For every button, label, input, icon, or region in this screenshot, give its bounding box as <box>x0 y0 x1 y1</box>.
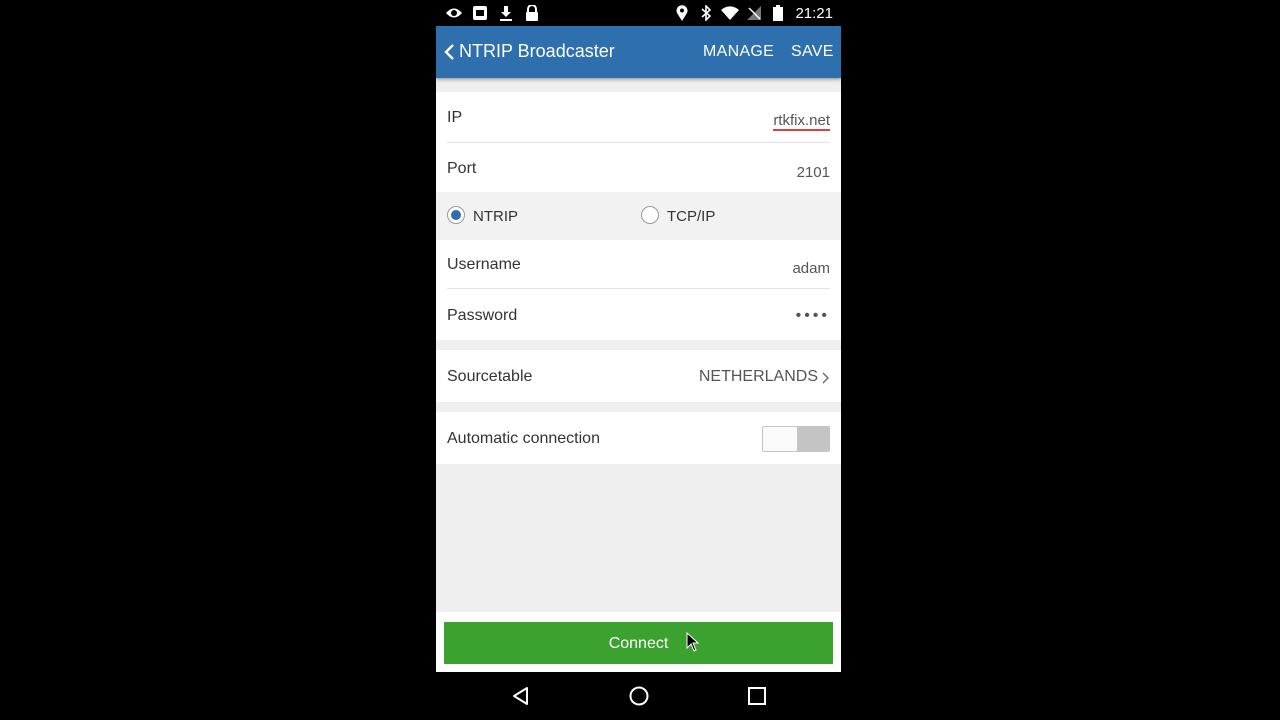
port-value[interactable]: 2101 <box>797 164 830 181</box>
screen-mirror-icon <box>471 4 489 22</box>
sourcetable-value-wrap: NETHERLANDS <box>699 368 830 386</box>
lock-icon <box>523 4 541 22</box>
sourcetable-label: Sourcetable <box>447 368 533 385</box>
home-circle-icon[interactable] <box>627 684 651 708</box>
protocol-radio-group: NTRIP TCP/IP <box>436 192 841 240</box>
sourcetable-value: NETHERLANDS <box>698 368 818 385</box>
auto-connection-toggle[interactable] <box>762 426 830 452</box>
toggle-knob <box>763 427 797 451</box>
username-label: Username <box>447 256 521 273</box>
connect-button[interactable]: Connect <box>444 622 833 664</box>
eye-icon <box>445 4 463 22</box>
phone-screen: 21:21 NTRIP Broadcaster MANAGE SAVE IP r… <box>436 0 841 720</box>
wifi-icon <box>721 4 740 22</box>
no-signal-icon <box>745 4 763 22</box>
radio-tcpip[interactable] <box>641 206 659 224</box>
auto-connection-row: Automatic connection <box>436 412 841 464</box>
username-value[interactable]: adam <box>792 260 830 277</box>
bluetooth-icon <box>697 4 715 22</box>
radio-ntrip[interactable] <box>447 206 465 224</box>
chevron-right-icon <box>822 371 830 384</box>
manage-button[interactable]: MANAGE <box>703 43 774 61</box>
status-bar: 21:21 <box>436 0 841 26</box>
app-bar: NTRIP Broadcaster MANAGE SAVE <box>436 26 841 78</box>
location-pin-icon <box>673 4 691 22</box>
credentials-section: Username adam Password •••• <box>436 240 841 340</box>
radio-ntrip-label[interactable]: NTRIP <box>473 208 518 225</box>
save-button[interactable]: SAVE <box>791 43 834 61</box>
ip-value[interactable]: rtkfix.net <box>773 113 830 131</box>
back-arrow-icon[interactable] <box>442 41 458 63</box>
back-triangle-icon[interactable] <box>509 684 533 708</box>
radio-tcpip-label[interactable]: TCP/IP <box>667 208 715 225</box>
connection-section: IP rtkfix.net Port 2101 <box>436 92 841 192</box>
download-icon <box>497 4 515 22</box>
recents-square-icon[interactable] <box>745 684 769 708</box>
password-row[interactable]: Password •••• <box>436 289 841 340</box>
ip-label: IP <box>447 109 463 126</box>
connect-area: Connect <box>436 612 841 672</box>
password-label: Password <box>447 307 518 324</box>
port-label: Port <box>447 160 477 177</box>
page-title: NTRIP Broadcaster <box>459 41 615 61</box>
nav-bar <box>436 672 841 720</box>
status-time: 21:21 <box>795 4 833 22</box>
password-value[interactable]: •••• <box>796 307 830 325</box>
sourcetable-row[interactable]: Sourcetable NETHERLANDS <box>436 350 841 402</box>
mouse-cursor-icon <box>686 631 700 652</box>
auto-connection-label: Automatic connection <box>447 430 600 447</box>
battery-icon <box>769 4 787 22</box>
port-row[interactable]: Port 2101 <box>436 143 841 192</box>
username-row[interactable]: Username adam <box>436 240 841 288</box>
ip-row[interactable]: IP rtkfix.net <box>436 92 841 142</box>
